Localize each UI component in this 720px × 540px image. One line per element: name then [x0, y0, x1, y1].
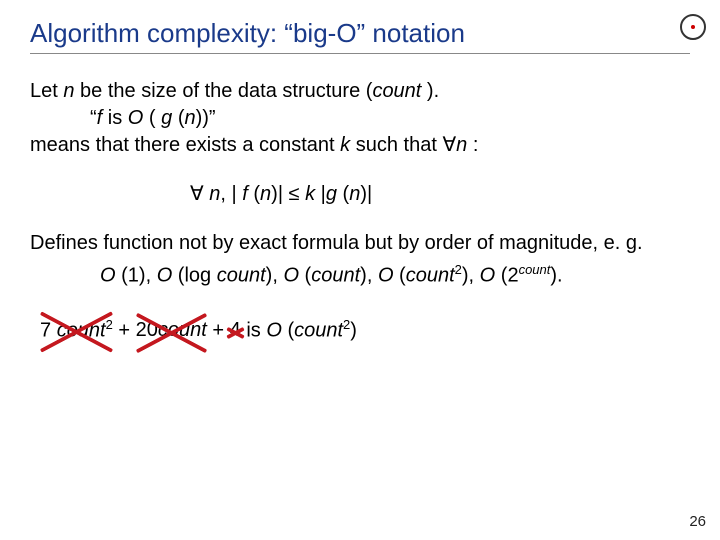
text: + [113, 319, 136, 341]
var-count: count [158, 319, 207, 341]
crossed-term-1: 7 count2 [40, 316, 113, 345]
text: ( [282, 319, 294, 341]
slide-title: Algorithm complexity: “big-O” notation [30, 18, 690, 54]
var-n: n [209, 183, 220, 205]
text: ( [394, 265, 406, 287]
text: Let [30, 80, 63, 102]
var-g: g [161, 107, 172, 129]
intro-line-1: Let n be the size of the data structure … [30, 78, 690, 105]
var-n: n [349, 183, 360, 205]
text: ). [421, 80, 439, 102]
text: 20 [136, 319, 158, 341]
var-count: count [57, 319, 106, 341]
text: ). [550, 265, 562, 287]
big-o: O [283, 265, 299, 287]
complexity-list: O (1), O (log count), O (count), O (coun… [30, 261, 690, 290]
logo-icon [680, 14, 706, 40]
var-count: count [311, 265, 360, 287]
big-o: O [157, 265, 173, 287]
text: ( [143, 107, 161, 129]
forall-symbol: ∀ [190, 183, 209, 205]
text: ) [350, 319, 357, 341]
text: ), [462, 265, 480, 287]
text: : [467, 134, 478, 156]
text: be the size of the data structure ( [74, 80, 372, 102]
definition-paragraph: Defines function not by exact formula bu… [30, 230, 690, 257]
intro-line-2: “f is O ( g (n))” [30, 105, 690, 132]
text: is [241, 319, 267, 341]
big-o: O [100, 265, 116, 287]
text: ( [337, 183, 349, 205]
var-n: n [456, 134, 467, 156]
formula: ∀ n, | f (n)| ≤ k |g (n)| [30, 181, 690, 208]
forall-symbol: ∀ [442, 134, 456, 156]
text: ( [299, 265, 311, 287]
var-n: n [63, 80, 74, 102]
text: + [207, 319, 230, 341]
text: 4 [230, 319, 241, 341]
text: (2 [495, 265, 518, 287]
var-count: count [406, 265, 455, 287]
intro-line-3: means that there exists a constant k suc… [30, 132, 690, 159]
big-o: O [128, 107, 144, 129]
text: ), [360, 265, 378, 287]
crossed-term-3: 4 [230, 317, 241, 344]
superscript: 2 [455, 262, 462, 277]
slide: Algorithm complexity: “big-O” notation L… [0, 0, 720, 344]
superscript-count: count [519, 262, 551, 277]
var-g: g [326, 183, 337, 205]
var-count: count [372, 80, 421, 102]
text: (1), [116, 265, 157, 287]
text: is [102, 107, 128, 129]
text: | [315, 183, 326, 205]
text: , | [220, 183, 242, 205]
var-n: n [260, 183, 271, 205]
example-expression: 7 count2 + 20count + 4 is O (count2) [30, 316, 690, 345]
big-o: O [378, 265, 394, 287]
crossed-term-2: 20count [136, 317, 207, 344]
big-o: O [266, 319, 282, 341]
big-o: O [480, 265, 496, 287]
var-k: k [340, 134, 350, 156]
text: such that [350, 134, 442, 156]
slide-body: Let n be the size of the data structure … [30, 78, 690, 344]
text: ( [248, 183, 260, 205]
text: ), [266, 265, 284, 287]
var-count: count [294, 319, 343, 341]
text: means that there exists a constant [30, 134, 340, 156]
text: ))” [196, 107, 216, 129]
var-n: n [184, 107, 195, 129]
superscript: 2 [106, 317, 113, 332]
page-number: 26 [689, 513, 706, 530]
text: )| [360, 183, 372, 205]
text: 7 [40, 319, 57, 341]
text: ( [172, 107, 184, 129]
text: (log [172, 265, 216, 287]
var-count: count [217, 265, 266, 287]
text: )| ≤ [271, 183, 305, 205]
var-k: k [305, 183, 315, 205]
text: “ [90, 107, 97, 129]
